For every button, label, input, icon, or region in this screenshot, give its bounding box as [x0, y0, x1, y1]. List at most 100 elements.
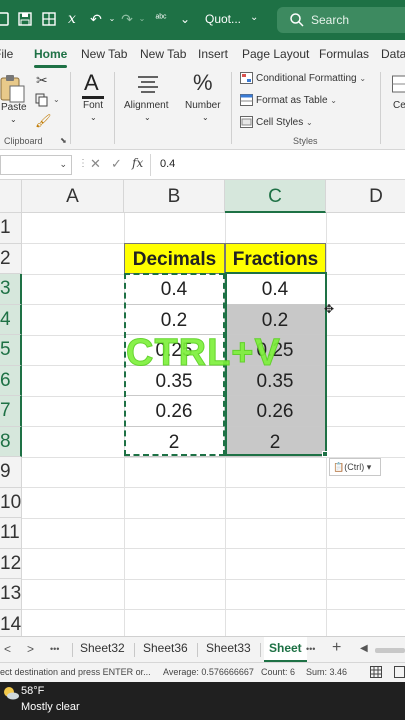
tab-new-tab-2[interactable]: New Tab	[140, 47, 186, 61]
tab-file[interactable]: File	[0, 47, 13, 61]
copy-dropdown-icon[interactable]: ⌄	[53, 95, 60, 104]
tab-formulas[interactable]: Formulas	[319, 47, 369, 61]
cancel-icon[interactable]: ✕	[90, 156, 101, 172]
row-header-7[interactable]: 7	[0, 396, 22, 427]
cell-styles-icon[interactable]	[240, 116, 253, 131]
name-box[interactable]: ⌄	[0, 155, 72, 175]
insert-function-icon[interactable]: fx	[132, 156, 143, 170]
row-header-5[interactable]: 5	[0, 335, 22, 366]
alignment-label[interactable]: Alignment	[124, 100, 168, 111]
row-header-10[interactable]: 10	[0, 487, 22, 518]
status-average[interactable]: Average: 0.576666667	[163, 667, 254, 677]
row-header-1[interactable]: 1	[0, 213, 22, 244]
column-header-b[interactable]: B	[124, 180, 225, 213]
name-box-dropdown-icon[interactable]: ⌄	[59, 159, 67, 170]
alignment-icon[interactable]	[136, 74, 160, 97]
tab-page-layout[interactable]: Page Layout	[242, 47, 309, 61]
row-header-3[interactable]: 3	[0, 274, 22, 305]
tab-insert[interactable]: Insert	[198, 47, 228, 61]
row-header-8[interactable]: 8	[0, 426, 22, 457]
row-header-12[interactable]: 12	[0, 548, 22, 579]
spellcheck-icon[interactable]: ᵃᵇᶜ	[152, 10, 170, 28]
data-icon[interactable]	[40, 10, 58, 28]
select-all-corner[interactable]	[0, 180, 22, 213]
number-label[interactable]: Number	[185, 100, 221, 111]
sheet-tab-sheet33[interactable]: Sheet33	[206, 641, 251, 655]
row-header-6[interactable]: 6	[0, 365, 22, 396]
column-header-d[interactable]: D	[326, 180, 405, 213]
format-painter-icon[interactable]: 🖌	[35, 113, 52, 129]
status-count[interactable]: Count: 6	[261, 667, 295, 677]
horizontal-scrollbar[interactable]	[375, 648, 405, 653]
row-header-9[interactable]: 9	[0, 457, 22, 488]
format-as-table-button[interactable]: Format as Table ⌄	[256, 95, 337, 106]
sheet-tab-sheet36[interactable]: Sheet36	[143, 641, 188, 655]
enter-icon[interactable]: ✓	[111, 156, 122, 172]
cell-b7[interactable]: 0.26	[124, 396, 225, 427]
conditional-formatting-icon[interactable]	[240, 72, 253, 87]
conditional-formatting-button[interactable]: Conditional Formatting ⌄	[256, 73, 366, 84]
column-header-a[interactable]: A	[22, 180, 124, 213]
alignment-dropdown-icon[interactable]: ⌄	[144, 113, 151, 122]
search-box[interactable]: Search	[277, 7, 405, 33]
copy-icon[interactable]	[35, 93, 49, 110]
cell-c4[interactable]: 0.2	[225, 304, 326, 335]
sheet-tab-active[interactable]: Sheet	[264, 637, 307, 662]
cells-label[interactable]: Ce	[393, 100, 405, 111]
column-header-c[interactable]: C	[225, 180, 326, 213]
font-label[interactable]: Font	[83, 100, 103, 111]
cell-b4[interactable]: 0.2	[124, 304, 225, 335]
number-format-icon[interactable]: %	[193, 70, 213, 96]
cell-b2[interactable]: Decimals	[124, 243, 225, 274]
excel-autosave-icon[interactable]	[0, 10, 10, 28]
sheet-next-icon[interactable]: >	[27, 642, 34, 656]
redo-dropdown-icon[interactable]: ⌄	[133, 10, 151, 28]
row-header-13[interactable]: 13	[0, 579, 22, 610]
cut-icon[interactable]: ✂	[36, 72, 48, 89]
sheet-more-right-icon[interactable]: •••	[306, 644, 315, 654]
normal-view-icon[interactable]	[370, 666, 382, 681]
customize-toolbar-icon[interactable]: ⌄	[176, 10, 194, 28]
document-name-caret-icon[interactable]: ⌄	[250, 12, 258, 23]
row-header-14[interactable]: 14	[0, 609, 22, 636]
row-header-2[interactable]: 2	[0, 243, 22, 274]
cell-c8[interactable]: 2	[225, 426, 326, 457]
formula-icon[interactable]: 𝑥	[63, 10, 81, 28]
save-icon[interactable]	[16, 10, 34, 28]
cell-c3[interactable]: 0.4	[225, 274, 326, 305]
cell-b3[interactable]: 0.4	[124, 274, 225, 305]
paste-options-button[interactable]: 📋(Ctrl) ▾	[329, 458, 381, 476]
sheet-scroll-left-icon[interactable]: ◀	[360, 643, 368, 654]
document-name[interactable]: Quot...	[205, 12, 241, 26]
sheet-tab-sheet32[interactable]: Sheet32	[80, 641, 125, 655]
clipboard-launcher-icon[interactable]: ⬊	[60, 136, 67, 145]
cell-styles-button[interactable]: Cell Styles ⌄	[256, 117, 313, 128]
sheet-prev-icon[interactable]: <	[4, 642, 11, 656]
gridline	[326, 213, 327, 636]
add-sheet-button[interactable]: +	[332, 639, 341, 657]
weather-temperature[interactable]: 58°F	[21, 685, 44, 697]
format-as-table-icon[interactable]	[240, 94, 253, 109]
paste-label[interactable]: Paste	[1, 102, 27, 113]
cell-c2[interactable]: Fractions	[225, 243, 326, 274]
font-icon[interactable]: A	[84, 70, 99, 96]
font-dropdown-icon[interactable]: ⌄	[90, 113, 97, 122]
sheet-more-left-icon[interactable]: •••	[50, 644, 59, 654]
tab-home[interactable]: Home	[34, 47, 67, 61]
tab-new-tab-1[interactable]: New Tab	[81, 47, 127, 61]
worksheet-grid[interactable]: A B C D 1 2 3 4 5 6 7 8 9 10 11 12 13 14…	[0, 180, 405, 636]
formula-input[interactable]: 0.4	[160, 158, 175, 170]
page-layout-view-icon[interactable]	[394, 666, 405, 681]
cells-icon[interactable]	[392, 74, 405, 97]
tab-data[interactable]: Data	[381, 47, 405, 61]
row-header-11[interactable]: 11	[0, 518, 22, 549]
number-dropdown-icon[interactable]: ⌄	[202, 113, 209, 122]
weather-condition[interactable]: Mostly clear	[21, 701, 80, 713]
row-header-4[interactable]: 4	[0, 304, 22, 335]
cell-c7[interactable]: 0.26	[225, 396, 326, 427]
moon-cloud-icon[interactable]	[2, 686, 20, 700]
paste-dropdown-icon[interactable]: ⌄	[10, 115, 17, 124]
status-sum[interactable]: Sum: 3.46	[306, 667, 347, 677]
cell-b8[interactable]: 2	[124, 426, 225, 457]
fill-handle[interactable]	[322, 451, 328, 457]
